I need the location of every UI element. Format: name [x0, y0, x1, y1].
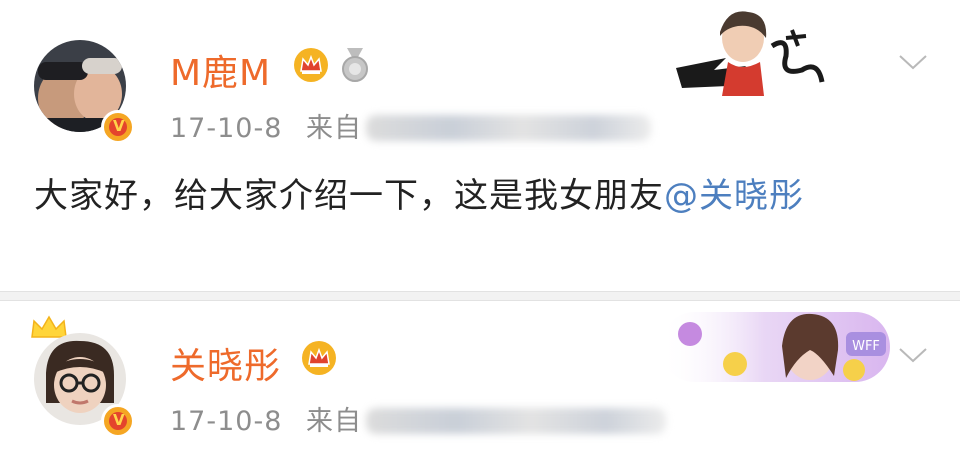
crown-member-icon[interactable] [294, 48, 328, 82]
source-blurred [365, 408, 666, 434]
card-decoration [676, 11, 825, 96]
medal-icon[interactable] [341, 48, 369, 82]
card-decoration: WFF [660, 312, 890, 382]
source-prefix: 来自 [305, 406, 362, 437]
source-blurred [365, 115, 651, 141]
post-meta: 17-10-8 来自 [170, 399, 666, 438]
timestamp: 17-10-8 [170, 406, 283, 437]
mention-link[interactable]: @关晓彤 [664, 176, 804, 216]
verified-badge-icon: V [101, 404, 135, 438]
post-meta: 17-10-8 来自 [170, 106, 651, 145]
chevron-down-icon[interactable] [898, 347, 928, 365]
crown-member-icon[interactable] [302, 341, 336, 375]
source-prefix: 来自 [305, 113, 362, 144]
chevron-down-icon[interactable] [898, 54, 928, 72]
weibo-post-card: V 关晓彤 WFF 17-10-8 来自 [0, 300, 960, 459]
svg-text:WFF: WFF [852, 339, 880, 354]
weibo-post-card: V M鹿M 17-10-8 来自 大家好，给大家介绍一下，这是我女朋友@关晓彤 [0, 0, 960, 292]
timestamp: 17-10-8 [170, 113, 283, 144]
post-body: 大家好，给大家介绍一下，这是我女朋友@关晓彤 [34, 166, 914, 226]
verified-badge-icon: V [101, 110, 135, 144]
username[interactable]: 关晓彤 [170, 337, 281, 389]
post-body-text: 大家好，给大家介绍一下，这是我女朋友 [34, 176, 664, 216]
username[interactable]: M鹿M [170, 44, 271, 96]
